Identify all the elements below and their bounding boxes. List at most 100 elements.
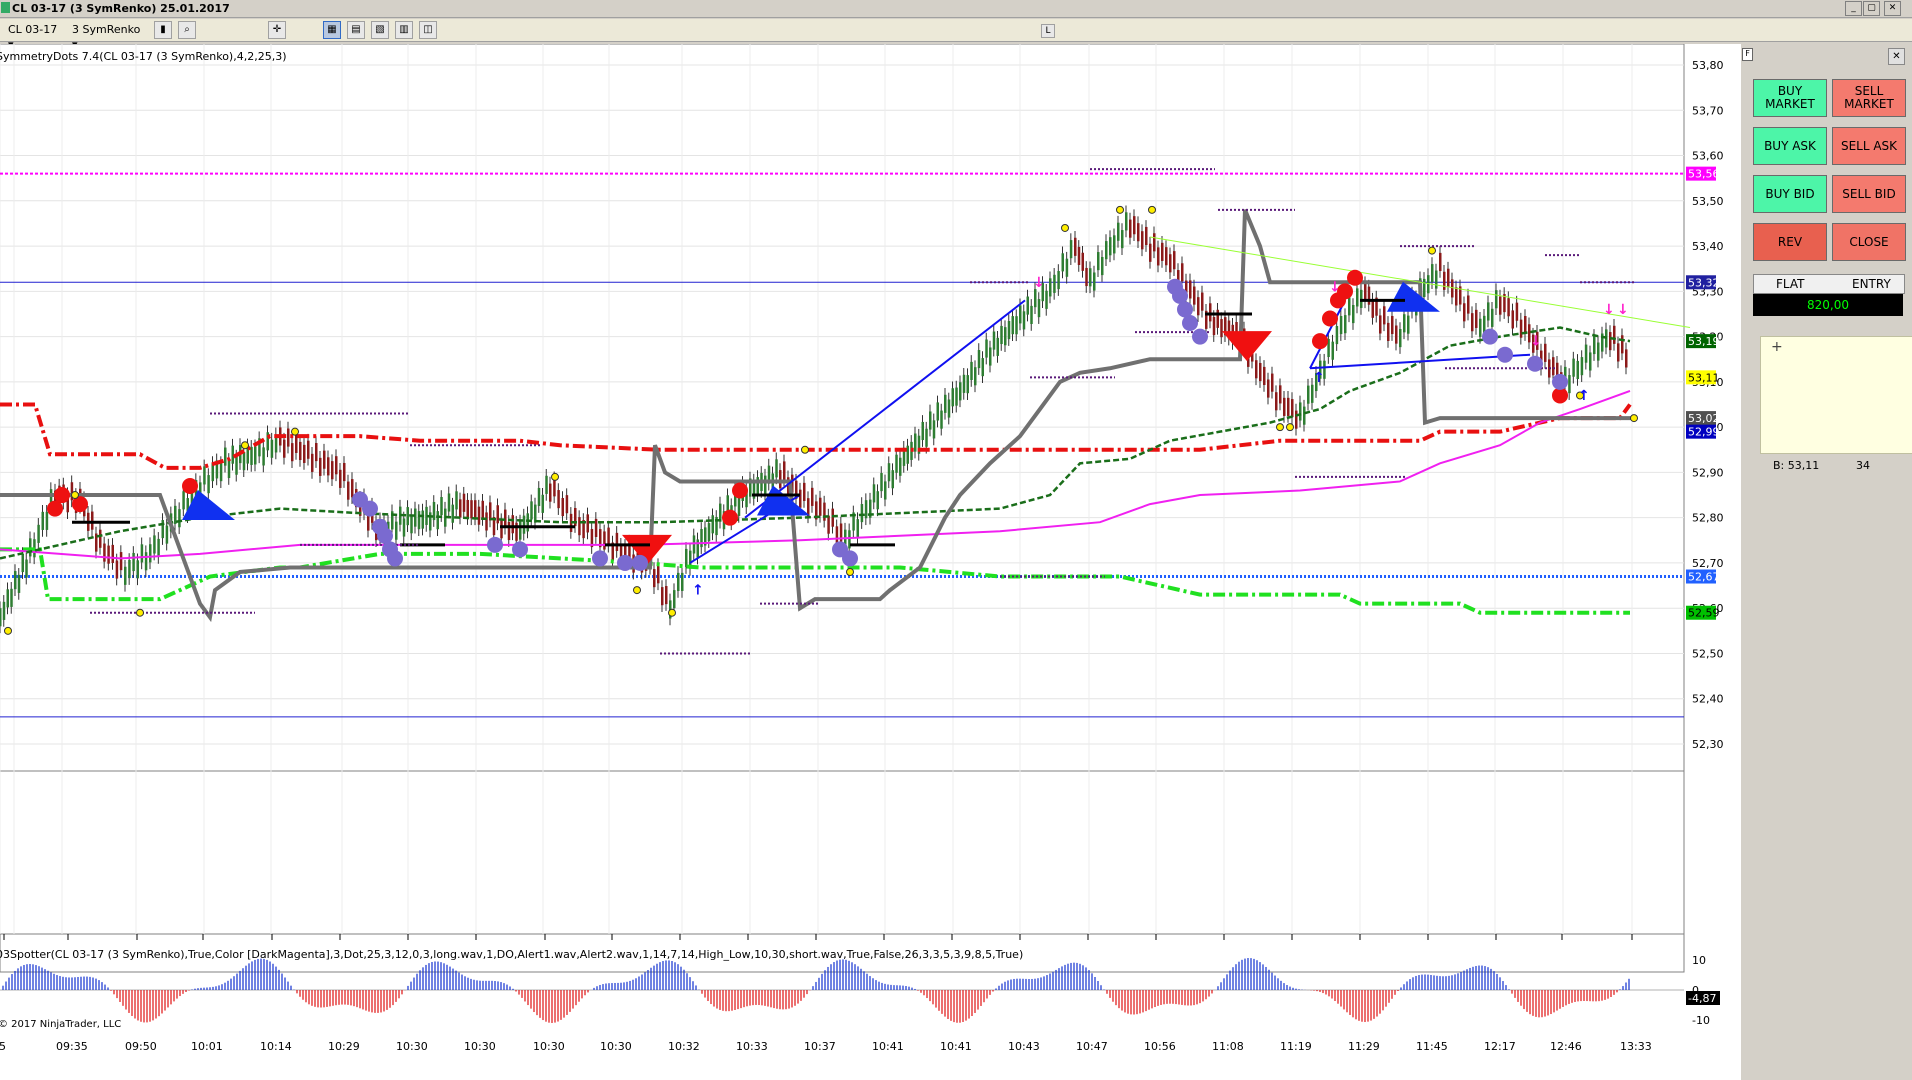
candle-body xyxy=(1045,290,1048,309)
candle-body xyxy=(262,447,265,466)
candle-body xyxy=(1189,280,1192,299)
buy-ask-button[interactable]: BUY ASK xyxy=(1753,127,1827,165)
candle-body xyxy=(1197,297,1200,316)
price-tag-label: 52,99 xyxy=(1688,426,1720,439)
chart-properties-icon[interactable]: ▦ xyxy=(323,21,341,39)
candle-body xyxy=(6,589,9,608)
candle-body xyxy=(1291,399,1294,418)
candle-body xyxy=(811,487,814,506)
crosshair-icon[interactable]: ✛ xyxy=(268,21,286,39)
indicators-icon[interactable]: ▤ xyxy=(347,21,365,39)
sell-market-button[interactable]: SELL MARKET xyxy=(1832,79,1906,117)
minimize-icon[interactable]: _ xyxy=(1845,1,1862,16)
time-axis-label: 10:29 xyxy=(328,1040,360,1053)
candle-body xyxy=(707,523,711,542)
candle-body xyxy=(153,535,156,554)
note-pad[interactable]: + xyxy=(1760,336,1912,454)
plus-icon[interactable]: + xyxy=(1771,339,1783,355)
candle-body xyxy=(823,502,826,521)
instrument-selector[interactable]: CL 03-17 ▾ xyxy=(6,22,66,51)
candle-body xyxy=(992,331,996,350)
candle-body xyxy=(1007,321,1011,340)
close-icon[interactable]: ✕ xyxy=(1884,1,1901,16)
candle-body xyxy=(459,499,462,518)
price-axis-label: 53,80 xyxy=(1692,59,1724,72)
candle-body xyxy=(477,506,481,525)
candle-body xyxy=(947,399,951,418)
candle-body xyxy=(37,524,40,543)
buy-market-button[interactable]: BUY MARKET xyxy=(1753,79,1827,117)
panel-collapse-icon[interactable]: F xyxy=(1742,48,1753,61)
symmetry-dot-purple xyxy=(842,550,858,567)
candle-body xyxy=(1439,252,1442,271)
signal-arrow: ↓ xyxy=(1530,334,1542,350)
bar-style-icon[interactable]: ▮ xyxy=(154,21,172,39)
sell-bid-button[interactable]: SELL BID xyxy=(1832,175,1906,213)
lock-icon[interactable]: L xyxy=(1041,24,1055,38)
candle-body xyxy=(144,552,148,571)
candle-body xyxy=(254,446,257,465)
candle-body xyxy=(1169,254,1172,273)
candle-body xyxy=(951,388,954,407)
candle-body xyxy=(21,553,24,573)
candle-body xyxy=(681,572,684,591)
data-box-icon[interactable]: ▥ xyxy=(395,21,413,39)
candle-body xyxy=(1593,335,1596,355)
strategies-icon[interactable]: ▧ xyxy=(371,21,389,39)
candle-body xyxy=(1165,247,1168,266)
candle-body xyxy=(500,520,503,539)
close-position-button[interactable]: CLOSE xyxy=(1832,223,1906,261)
candle-body xyxy=(719,503,722,522)
symmetry-dot-purple xyxy=(1172,287,1188,304)
candle-body xyxy=(421,510,424,529)
candle-body xyxy=(1004,327,1007,346)
buy-bid-button[interactable]: BUY BID xyxy=(1753,175,1827,213)
candle-body xyxy=(1443,271,1446,290)
candle-body xyxy=(1173,251,1176,270)
candle-body xyxy=(1061,253,1064,272)
candle-body xyxy=(496,505,499,524)
candle-body xyxy=(884,481,887,500)
bartype-selector[interactable]: 3 SymRenko ▾ xyxy=(70,22,148,51)
time-axis-label: 10:30 xyxy=(600,1040,632,1053)
symmetry-dot-red xyxy=(47,500,63,517)
candle-body xyxy=(1117,222,1120,241)
symmetry-dot-purple xyxy=(1497,346,1513,363)
snapshot-icon[interactable]: ◫ xyxy=(419,21,437,39)
candle-body xyxy=(1552,357,1555,376)
candle-body xyxy=(1348,297,1351,316)
indicator-label-bottom: 03Spotter(CL 03-17 (3 SymRenko),True,Col… xyxy=(0,948,1024,961)
candle-body xyxy=(1019,305,1022,324)
candle-body xyxy=(955,387,958,406)
candle-body xyxy=(1435,270,1438,289)
candle-body xyxy=(474,500,477,519)
symmetry-dot-red xyxy=(1312,333,1328,350)
candle-body xyxy=(692,535,696,554)
candle-body xyxy=(1022,311,1026,330)
candle-body xyxy=(417,511,421,530)
candle-body xyxy=(1271,373,1274,392)
chart-canvas[interactable]: 53,8053,7053,6053,5053,4053,3053,2053,10… xyxy=(0,44,1741,1080)
candle-body xyxy=(1121,230,1124,249)
panel-close-icon[interactable]: ✕ xyxy=(1888,48,1905,65)
time-axis-label: 10:56 xyxy=(1144,1040,1176,1053)
reverse-button[interactable]: REV xyxy=(1753,223,1827,261)
plot-border xyxy=(0,44,1685,973)
candle-body xyxy=(959,382,962,401)
restore-icon[interactable]: ▢ xyxy=(1863,1,1880,16)
swing-point-dot xyxy=(1428,246,1436,255)
symmetry-dot-red xyxy=(182,477,198,494)
arrow-line-blue xyxy=(1309,299,1346,369)
time-axis-label: 09:35 xyxy=(56,1040,88,1053)
window-titlebar: CL 03-17 (3 SymRenko) 25.01.2017 _ ▢ ✕ xyxy=(0,0,1912,18)
candle-body xyxy=(343,462,346,482)
sell-ask-button[interactable]: SELL ASK xyxy=(1832,127,1906,165)
signal-arrow: ↑ xyxy=(1578,388,1590,404)
price-chart[interactable]: 53,8053,7053,6053,5053,4053,3053,2053,10… xyxy=(0,44,1741,1080)
candle-body xyxy=(1455,287,1458,306)
candle-body xyxy=(864,500,868,519)
candle-body xyxy=(940,410,943,429)
candle-body xyxy=(1499,296,1502,315)
candle-body xyxy=(1105,241,1108,260)
zoom-icon[interactable]: ⌕ xyxy=(178,21,196,39)
